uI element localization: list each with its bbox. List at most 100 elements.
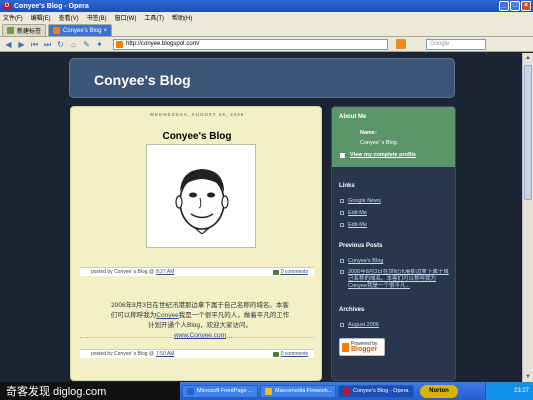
post-time-link[interactable]: 8:27 AM	[156, 269, 174, 275]
previous-post-label: 2006年8月3日在世纪汛港那边拿下属于自己名称的域名。本客们可以称呼我为Con…	[348, 269, 449, 289]
sidebar-link-label: Edit-Me	[348, 222, 367, 228]
watermark: 奇客发现 diglog.com	[0, 382, 180, 400]
rss-feed-icon[interactable]	[396, 39, 406, 49]
post-comments-link[interactable]: 0 comments	[272, 269, 308, 275]
blog-header: Conyee's Blog	[69, 58, 455, 98]
vertical-scrollbar[interactable]: ▲ ▼	[522, 53, 533, 382]
scroll-down-icon[interactable]: ▼	[523, 372, 533, 382]
scroll-up-icon[interactable]: ▲	[523, 53, 533, 63]
menu-tools[interactable]: 工具(T)	[144, 13, 164, 22]
previous-post-link-1[interactable]: Conyee's Blog	[340, 258, 450, 265]
rewind-icon[interactable]: ⏮	[29, 39, 40, 50]
blogger-logo-icon	[342, 343, 349, 352]
post-title[interactable]: Conyee's Blog	[71, 131, 323, 142]
bullet-icon	[340, 259, 344, 263]
post-time-link-2[interactable]: 7:50 AM	[156, 351, 174, 357]
fireworks-icon	[265, 387, 272, 395]
clock: 23:27	[513, 388, 529, 394]
powered-by-blogger-badge[interactable]: Powered by Blogger	[339, 338, 385, 356]
taskbar-item-fireworks[interactable]: Macromedia Firework...	[260, 384, 336, 398]
post-comments-link-2[interactable]: 0 comments	[272, 351, 308, 357]
maximize-button[interactable]: □	[510, 1, 520, 11]
post-body-line1: 2006年8月3日在世纪汛港那边拿下属于自己名称的域名。本客	[111, 302, 289, 309]
opera-icon	[343, 387, 350, 395]
menu-view[interactable]: 查看(V)	[59, 13, 79, 22]
previous-post-label: Conyee's Blog	[348, 258, 384, 264]
main-column: WEDNESDAY, AUGUST 09, 2006 Conyee's Blog…	[70, 106, 322, 381]
post-footer-prefix: posted by Conyee' s Blog @	[91, 269, 155, 275]
blog-header-title[interactable]: Conyee's Blog	[94, 72, 191, 88]
bullet-icon	[340, 199, 344, 203]
view-profile-link[interactable]: View my complete profile	[340, 152, 416, 158]
taskbar: 奇客发现 diglog.com Microsoft FrontPage ... …	[0, 382, 533, 400]
tab-close-icon[interactable]: ×	[104, 28, 108, 34]
links-heading: Links	[339, 183, 355, 189]
bullet-icon	[340, 270, 344, 274]
taskbar-item-label: Conyee's Blog - Opera	[353, 388, 409, 394]
taskbar-item-frontpage[interactable]: Microsoft FrontPage ...	[182, 384, 258, 398]
archive-link-august-2006[interactable]: August 2006	[340, 322, 450, 329]
taskbar-item-label: Macromedia Firework...	[275, 388, 333, 394]
bullet-icon	[340, 223, 344, 227]
sidebar-link-google-news[interactable]: Google News	[340, 198, 450, 205]
minimize-button[interactable]: _	[499, 1, 509, 11]
post-body-line2-pre: 们可以称呼我为	[110, 312, 157, 319]
sidebar-link-edit-me-2[interactable]: Edit-Me	[340, 222, 450, 229]
post-footer-2: posted by Conyee' s Blog @ 7:50 AM 0 com…	[80, 349, 314, 358]
address-url: http://conyee.blogspot.com/	[126, 41, 200, 47]
name-label: Name:	[360, 130, 377, 136]
window-title: Conyee's Blog - Opera	[14, 2, 89, 10]
archive-label: August 2006	[348, 322, 379, 328]
post-body-site-link[interactable]: www.Conyee.com	[93, 331, 307, 341]
reload-icon[interactable]: ↻	[55, 39, 66, 50]
menu-file[interactable]: 文件(F)	[3, 13, 23, 22]
menu-edit[interactable]: 编辑(E)	[31, 13, 51, 22]
edit-icon[interactable]: ✎	[81, 39, 92, 50]
about-heading: About Me	[339, 114, 367, 120]
forward-arrow-icon[interactable]: ▶	[16, 39, 27, 50]
site-favicon-icon	[116, 40, 123, 48]
post-comments-label: 0 comments	[280, 269, 308, 275]
sidebar-link-label: Google News	[348, 198, 382, 204]
sidebar-link-label: Edit-Me	[348, 210, 367, 216]
address-field[interactable]: http://conyee.blogspot.com/	[113, 38, 388, 50]
tab-conyee-blog[interactable]: Conyee's Blog ×	[48, 24, 113, 36]
bullet-icon	[340, 323, 344, 327]
tab-new-label: 新建标签	[17, 29, 42, 35]
bullet-icon	[340, 211, 344, 215]
badge-line2: Blogger	[351, 346, 378, 353]
taskbar-item-label: Microsoft FrontPage ...	[197, 388, 253, 394]
view-profile-label: View my complete profile	[350, 152, 416, 158]
comment-icon	[272, 351, 279, 357]
sidebar-link-edit-me-1[interactable]: Edit-Me	[340, 210, 450, 217]
previous-post-link-2[interactable]: 2006年8月3日在世纪汛港那边拿下属于自己名称的域名。本客们可以称呼我为Con…	[340, 269, 450, 291]
opera-icon: O	[3, 2, 11, 10]
scrollbar-thumb[interactable]	[524, 65, 532, 200]
post-comments-label-2: 0 comments	[280, 351, 308, 357]
cartoon-face-icon	[175, 169, 229, 234]
window-titlebar: O Conyee's Blog - Opera _ □ ×	[0, 0, 533, 12]
search-field[interactable]: Google	[426, 38, 486, 50]
fast-forward-icon[interactable]: ⏭	[42, 39, 53, 50]
menu-bookmarks[interactable]: 书签(B)	[87, 13, 107, 22]
post-body: 2006年8月3日在世纪汛港那边拿下属于自己名称的域名。本客 们可以称呼我为Co…	[93, 301, 307, 341]
post-image	[146, 144, 256, 248]
new-tab-icon	[7, 27, 14, 34]
close-button[interactable]: ×	[521, 1, 531, 11]
taskbar-item-opera[interactable]: Conyee's Blog - Opera	[338, 384, 414, 398]
tab-active-label: Conyee's Blog	[63, 27, 102, 34]
menu-help[interactable]: 帮助(H)	[172, 13, 192, 22]
blogger-favicon-icon	[53, 27, 61, 34]
tab-new[interactable]: 新建标签	[2, 24, 47, 36]
post-body-line3: 计划开通个人Blog，欢迎大家访问。	[147, 322, 252, 329]
about-me-box: About Me Name: Conyee' s Blog View my co…	[332, 107, 455, 167]
home-icon[interactable]: ⌂	[68, 39, 79, 50]
menu-bar: 文件(F) 编辑(E) 查看(V) 书签(B) 窗口(W) 工具(T) 帮助(H…	[0, 12, 533, 23]
menu-window[interactable]: 窗口(W)	[115, 13, 137, 22]
tab-bar: 新建标签 Conyee's Blog ×	[0, 23, 533, 37]
post-date: WEDNESDAY, AUGUST 09, 2006	[149, 112, 245, 117]
wand-icon[interactable]: ✦	[94, 39, 105, 50]
norton-button[interactable]: Norton	[420, 384, 458, 398]
back-arrow-icon[interactable]: ◀	[3, 39, 14, 50]
post-body-inline-link[interactable]: Conyee	[156, 312, 178, 319]
